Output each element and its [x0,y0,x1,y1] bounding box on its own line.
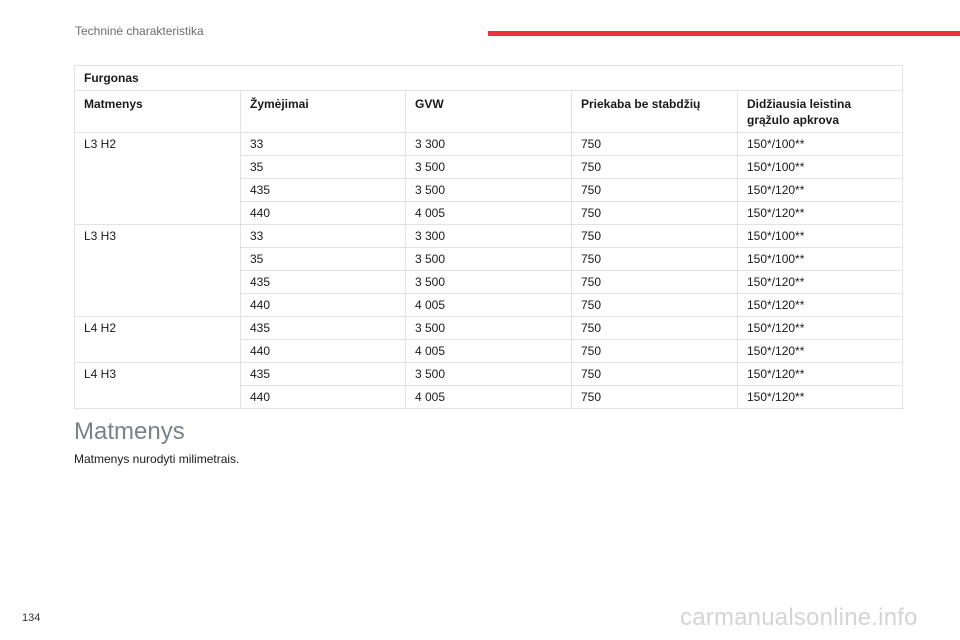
table-header-row: Matmenys Žymėjimai GVW Priekaba be stabd… [74,90,903,133]
table-cell: 750 [571,270,738,294]
table-cell: 750 [571,132,738,156]
model-cell: L3 H3 [74,224,241,317]
table-cell: 150*/120** [737,201,903,225]
table-cell: 4 005 [405,201,572,225]
table-cell: 35 [240,155,406,179]
table-cell: 750 [571,339,738,363]
table-cell: 435 [240,178,406,202]
table-cell: 440 [240,385,406,409]
column-header: Žymėjimai [240,90,406,133]
table-cell: 150*/120** [737,293,903,317]
column-header: Priekaba be stabdžių [571,90,738,133]
table-cell: 750 [571,385,738,409]
table-row: L3 H2 33 3 300 750 150*/100** [74,132,903,225]
header-accent-bar [488,31,960,36]
table-cell: 440 [240,293,406,317]
section-text: Matmenys nurodyti milimetrais. [74,452,240,466]
model-cell: L4 H2 [74,316,241,363]
table-cell: 150*/100** [737,155,903,179]
table-cell: 435 [240,316,406,340]
table-cell: 440 [240,201,406,225]
running-header: Techninė charakteristika [75,24,204,38]
table-cell: 750 [571,224,738,248]
table-cell: 750 [571,155,738,179]
table-cell: 150*/100** [737,247,903,271]
table-cell: 750 [571,201,738,225]
table-cell: 3 300 [405,224,572,248]
table-cell: 150*/120** [737,178,903,202]
table-title: Furgonas [74,65,903,91]
page-number: 134 [22,612,41,624]
table-cell: 3 500 [405,362,572,386]
table-cell: 750 [571,316,738,340]
table-title-row: Furgonas [74,65,903,91]
table-cell: 750 [571,293,738,317]
table-cell: 435 [240,270,406,294]
table-cell: 3 500 [405,270,572,294]
table-cell: 4 005 [405,339,572,363]
spec-table-body: Furgonas Matmenys Žymėjimai GVW Priekaba… [74,65,903,409]
table-cell: 435 [240,362,406,386]
table-cell: 4 005 [405,385,572,409]
table-cell: 35 [240,247,406,271]
table-cell: 3 500 [405,316,572,340]
table-cell: 3 500 [405,247,572,271]
table-cell: 750 [571,178,738,202]
table-cell: 33 [240,224,406,248]
model-cell: L4 H3 [74,362,241,409]
table-row: L4 H3 435 3 500 750 150*/120** [74,362,903,409]
table-cell: 150*/120** [737,339,903,363]
table-cell: 440 [240,339,406,363]
column-header: GVW [405,90,572,133]
table-cell: 3 500 [405,178,572,202]
table-cell: 33 [240,132,406,156]
table-cell: 750 [571,247,738,271]
table-cell: 3 300 [405,132,572,156]
column-header: Didžiausia leistina grąžulo apkrova [737,90,903,133]
watermark: carmanualsonline.info [680,604,918,631]
table-cell: 4 005 [405,293,572,317]
table-row: L3 H3 33 3 300 750 150*/100** [74,224,903,317]
model-cell: L3 H2 [74,132,241,225]
table-row: L4 H2 435 3 500 750 150*/120** [74,316,903,363]
table-cell: 3 500 [405,155,572,179]
table-cell: 150*/100** [737,224,903,248]
table-cell: 150*/120** [737,362,903,386]
table-cell: 150*/120** [737,385,903,409]
table-cell: 150*/120** [737,316,903,340]
table-cell: 750 [571,362,738,386]
section-title: Matmenys [74,418,185,445]
table-cell: 150*/120** [737,270,903,294]
table-cell: 150*/100** [737,132,903,156]
column-header: Matmenys [74,90,241,133]
spec-table: Furgonas Matmenys Žymėjimai GVW Priekaba… [74,65,903,409]
